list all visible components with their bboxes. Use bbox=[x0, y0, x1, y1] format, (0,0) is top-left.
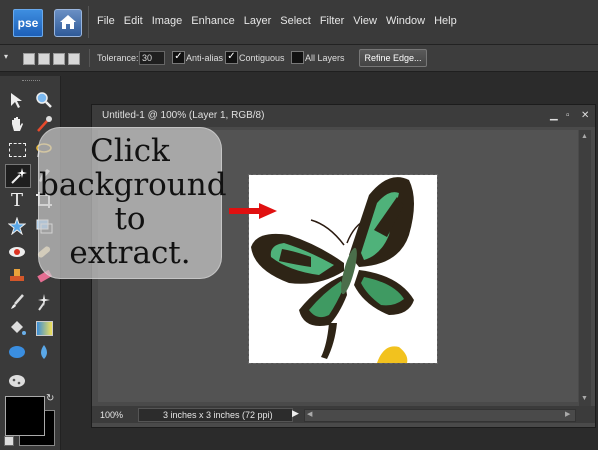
doc-info-field: 3 inches x 3 inches (72 ppi) bbox=[138, 408, 293, 422]
anti-alias-label: Anti-alias bbox=[186, 53, 224, 63]
swap-colors-icon[interactable]: ↻ bbox=[46, 393, 54, 404]
menu-bar: pse File Edit Image Enhance Layer Select… bbox=[0, 0, 598, 45]
butterfly-graphic bbox=[251, 177, 414, 363]
options-menu-icon[interactable]: ▾ bbox=[4, 52, 8, 61]
butterfly-image[interactable] bbox=[248, 174, 438, 364]
callout-text: Click background to extract. bbox=[39, 133, 227, 271]
all-layers-checkbox[interactable] bbox=[291, 51, 304, 64]
callout-line-4: extract. bbox=[69, 235, 191, 271]
smart-brush-tool-icon[interactable] bbox=[34, 292, 54, 312]
foreground-color-swatch[interactable] bbox=[5, 396, 45, 436]
doc-info-text: 3 inches x 3 inches (72 ppi) bbox=[163, 410, 273, 420]
status-menu-arrow-icon[interactable]: ▶ bbox=[292, 408, 299, 419]
app-logo[interactable]: pse bbox=[13, 9, 43, 37]
all-layers-label: All Layers bbox=[305, 53, 345, 63]
tolerance-label: Tolerance: bbox=[97, 53, 139, 63]
maximize-icon[interactable]: ▫ bbox=[566, 110, 570, 121]
blur-tool-icon[interactable] bbox=[34, 342, 54, 362]
menu-filter[interactable]: Filter bbox=[320, 15, 344, 27]
menu-layer[interactable]: Layer bbox=[244, 15, 272, 27]
marquee-tool-icon[interactable] bbox=[7, 140, 27, 160]
clone-stamp-tool-icon[interactable] bbox=[7, 266, 27, 286]
sponge-tool-icon[interactable] bbox=[7, 370, 27, 390]
status-bar: 100% 3 inches x 3 inches (72 ppi) ▶ ◀ ▶ bbox=[92, 406, 595, 423]
menu-image[interactable]: Image bbox=[152, 15, 183, 27]
magic-wand-tool-icon[interactable] bbox=[5, 164, 31, 188]
menu-window[interactable]: Window bbox=[386, 15, 425, 27]
new-selection-icon[interactable] bbox=[23, 53, 35, 65]
cookie-cutter-tool-icon[interactable] bbox=[7, 216, 27, 236]
menu-file[interactable]: File bbox=[97, 15, 115, 27]
subtract-selection-icon[interactable] bbox=[53, 53, 65, 65]
home-button[interactable] bbox=[54, 9, 82, 37]
default-colors-icon[interactable] bbox=[4, 436, 14, 446]
callout-line-2: background bbox=[39, 167, 227, 203]
anti-alias-checkbox[interactable]: ✓ bbox=[172, 51, 185, 64]
callout-line-1: Click bbox=[90, 133, 170, 169]
move-tool-icon[interactable] bbox=[7, 90, 27, 110]
scroll-up-icon[interactable]: ▲ bbox=[581, 133, 588, 140]
contiguous-checkbox[interactable]: ✓ bbox=[225, 51, 238, 64]
menu-enhance[interactable]: Enhance bbox=[191, 15, 234, 27]
red-arrow-icon bbox=[229, 203, 277, 219]
menu-view[interactable]: View bbox=[353, 15, 377, 27]
scroll-down-icon[interactable]: ▼ bbox=[581, 395, 588, 402]
tool-options-bar: ▾ Tolerance: 30 ✓ Anti-alias ✓ Contiguou… bbox=[0, 45, 598, 72]
hand-tool-icon[interactable] bbox=[7, 114, 27, 134]
menu-edit[interactable]: Edit bbox=[124, 15, 143, 27]
red-eye-tool-icon[interactable] bbox=[7, 242, 27, 262]
refine-edge-button[interactable]: Refine Edge... bbox=[359, 49, 427, 67]
add-selection-icon[interactable] bbox=[38, 53, 50, 65]
scroll-right-icon[interactable]: ▶ bbox=[565, 410, 570, 418]
document-titlebar[interactable]: Untitled-1 @ 100% (Layer 1, RGB/8) ▁ ▫ ✕ bbox=[92, 105, 595, 127]
intersect-selection-icon[interactable] bbox=[68, 53, 80, 65]
options-divider bbox=[89, 49, 90, 67]
toolbox-grip[interactable] bbox=[22, 80, 40, 83]
close-icon[interactable]: ✕ bbox=[581, 110, 589, 121]
menu-divider bbox=[88, 6, 89, 38]
callout-line-3: to bbox=[114, 201, 146, 237]
contiguous-label: Contiguous bbox=[239, 53, 285, 63]
home-icon bbox=[60, 15, 76, 29]
scroll-left-icon[interactable]: ◀ bbox=[307, 410, 312, 418]
brush-tool-icon[interactable] bbox=[7, 292, 27, 312]
minimize-icon[interactable]: ▁ bbox=[550, 110, 558, 121]
paint-bucket-tool-icon[interactable] bbox=[7, 318, 27, 338]
zoom-tool-icon[interactable] bbox=[34, 90, 54, 110]
document-title: Untitled-1 @ 100% (Layer 1, RGB/8) bbox=[102, 110, 265, 121]
vertical-scrollbar[interactable]: ▲ ▼ bbox=[579, 130, 591, 407]
menu-help[interactable]: Help bbox=[434, 15, 457, 27]
gradient-tool-icon[interactable] bbox=[34, 318, 54, 338]
zoom-level[interactable]: 100% bbox=[100, 410, 123, 420]
horizontal-scrollbar[interactable]: ◀ ▶ bbox=[304, 409, 576, 422]
menu-select[interactable]: Select bbox=[280, 15, 311, 27]
shape-tool-icon[interactable] bbox=[7, 342, 27, 362]
main-menu: File Edit Image Enhance Layer Select Fil… bbox=[97, 15, 466, 27]
instruction-callout: Click background to extract. bbox=[38, 127, 227, 279]
tolerance-input[interactable]: 30 bbox=[139, 51, 165, 65]
type-tool-icon[interactable]: T bbox=[7, 190, 27, 211]
